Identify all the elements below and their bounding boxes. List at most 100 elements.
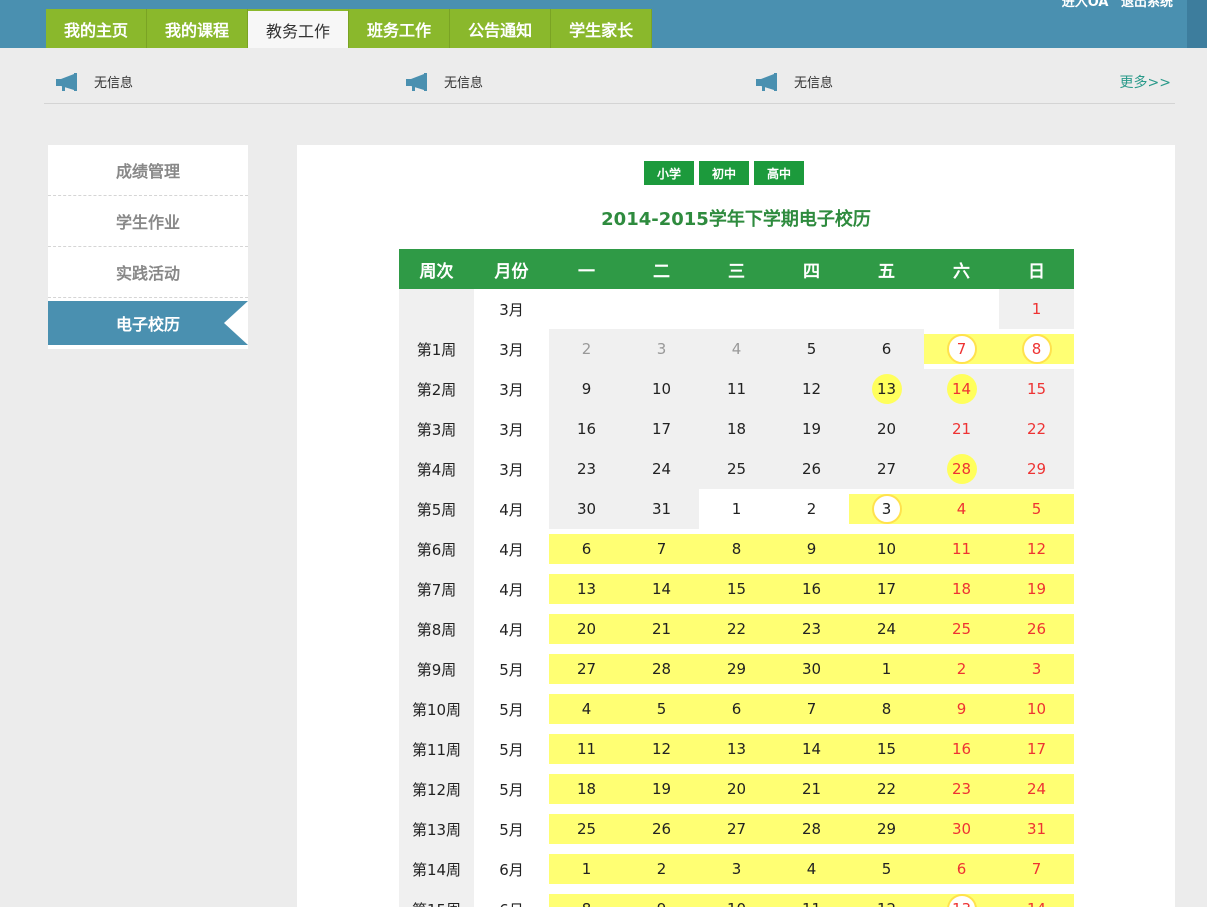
day-cell[interactable]: 21	[924, 409, 999, 449]
day-cell[interactable]: 29	[849, 814, 924, 844]
day-cell[interactable]: 17	[999, 734, 1074, 764]
day-cell[interactable]: 17	[624, 409, 699, 449]
day-cell[interactable]: 24	[624, 449, 699, 489]
day-cell[interactable]: 11	[924, 534, 999, 564]
day-cell[interactable]: 3	[699, 854, 774, 884]
day-cell[interactable]: 15	[999, 369, 1074, 409]
nav-tab-notices[interactable]: 公告通知	[450, 9, 552, 48]
day-cell[interactable]: 18	[699, 409, 774, 449]
day-cell[interactable]: 9	[774, 534, 849, 564]
day-cell[interactable]: 16	[549, 409, 624, 449]
day-cell[interactable]: 23	[924, 774, 999, 804]
day-cell[interactable]: 14	[924, 369, 999, 409]
day-cell[interactable]: 8	[999, 334, 1074, 364]
day-cell[interactable]: 16	[924, 734, 999, 764]
day-cell[interactable]: 5	[999, 494, 1074, 524]
day-cell[interactable]: 10	[999, 694, 1074, 724]
day-cell[interactable]: 26	[774, 449, 849, 489]
level-button-junior[interactable]: 初中	[699, 161, 749, 185]
sidebar-item-activities[interactable]: 实践活动	[48, 247, 248, 298]
nav-tab-academic[interactable]: 教务工作	[248, 9, 350, 48]
day-cell[interactable]: 31	[999, 814, 1074, 844]
day-cell[interactable]: 23	[774, 614, 849, 644]
day-cell[interactable]: 24	[849, 614, 924, 644]
day-cell[interactable]: 3	[999, 654, 1074, 684]
more-link[interactable]: 更多>>	[1120, 72, 1171, 92]
day-cell[interactable]: 28	[924, 449, 999, 489]
day-cell[interactable]: 24	[999, 774, 1074, 804]
day-cell[interactable]: 23	[549, 449, 624, 489]
day-cell[interactable]: 29	[699, 654, 774, 684]
day-cell[interactable]: 10	[699, 894, 774, 907]
sidebar-item-calendar[interactable]: 电子校历	[48, 301, 248, 345]
day-cell[interactable]: 26	[624, 814, 699, 844]
day-cell[interactable]: 22	[849, 774, 924, 804]
notice-item[interactable]: 无信息	[406, 72, 483, 91]
day-cell[interactable]: 19	[624, 774, 699, 804]
day-cell[interactable]: 1	[999, 289, 1074, 329]
day-cell[interactable]: 26	[999, 614, 1074, 644]
day-cell[interactable]: 7	[924, 334, 999, 364]
day-cell[interactable]: 4	[924, 494, 999, 524]
day-cell[interactable]: 1	[699, 489, 774, 529]
day-cell[interactable]: 22	[999, 409, 1074, 449]
day-cell[interactable]: 20	[699, 774, 774, 804]
day-cell[interactable]: 27	[849, 449, 924, 489]
day-cell[interactable]: 6	[549, 534, 624, 564]
day-cell[interactable]: 3	[624, 329, 699, 369]
day-cell[interactable]: 13	[849, 369, 924, 409]
day-cell[interactable]: 3	[849, 494, 924, 524]
day-cell[interactable]: 20	[549, 614, 624, 644]
day-cell[interactable]: 8	[849, 694, 924, 724]
day-cell[interactable]: 16	[774, 574, 849, 604]
day-cell[interactable]: 2	[624, 854, 699, 884]
day-cell[interactable]: 19	[999, 574, 1074, 604]
day-cell[interactable]: 9	[624, 894, 699, 907]
day-cell[interactable]: 9	[924, 694, 999, 724]
day-cell[interactable]: 7	[774, 694, 849, 724]
day-cell[interactable]: 4	[549, 694, 624, 724]
nav-tab-class[interactable]: 班务工作	[349, 9, 451, 48]
day-cell[interactable]: 21	[624, 614, 699, 644]
day-cell[interactable]: 28	[774, 814, 849, 844]
nav-tab-home[interactable]: 我的主页	[46, 9, 148, 48]
day-cell[interactable]: 14	[774, 734, 849, 764]
day-cell[interactable]: 15	[699, 574, 774, 604]
day-cell[interactable]: 2	[924, 654, 999, 684]
day-cell[interactable]: 14	[999, 894, 1074, 907]
day-cell[interactable]: 5	[774, 329, 849, 369]
day-cell[interactable]: 13	[549, 574, 624, 604]
day-cell[interactable]: 2	[774, 489, 849, 529]
day-cell[interactable]: 18	[924, 574, 999, 604]
day-cell[interactable]: 6	[699, 694, 774, 724]
day-cell[interactable]: 8	[699, 534, 774, 564]
day-cell[interactable]: 27	[549, 654, 624, 684]
day-cell[interactable]: 22	[699, 614, 774, 644]
day-cell[interactable]: 7	[999, 854, 1074, 884]
day-cell[interactable]: 6	[849, 329, 924, 369]
day-cell[interactable]: 13	[924, 894, 999, 907]
day-cell[interactable]: 11	[699, 369, 774, 409]
day-cell[interactable]: 14	[624, 574, 699, 604]
day-cell[interactable]: 27	[699, 814, 774, 844]
day-cell[interactable]: 19	[774, 409, 849, 449]
day-cell[interactable]: 25	[924, 614, 999, 644]
day-cell[interactable]: 13	[699, 734, 774, 764]
day-cell[interactable]: 25	[699, 449, 774, 489]
day-cell[interactable]: 29	[999, 449, 1074, 489]
day-cell[interactable]: 12	[624, 734, 699, 764]
day-cell[interactable]: 30	[924, 814, 999, 844]
day-cell[interactable]: 10	[849, 534, 924, 564]
day-cell[interactable]: 4	[699, 329, 774, 369]
nav-tab-parents[interactable]: 学生家长	[551, 9, 653, 48]
day-cell[interactable]: 12	[774, 369, 849, 409]
day-cell[interactable]: 12	[999, 534, 1074, 564]
day-cell[interactable]: 20	[849, 409, 924, 449]
notice-item[interactable]: 无信息	[756, 72, 833, 91]
day-cell[interactable]: 1	[549, 854, 624, 884]
day-cell[interactable]: 6	[924, 854, 999, 884]
logout-link[interactable]: 退出系统	[1121, 0, 1173, 10]
day-cell[interactable]: 30	[549, 489, 624, 529]
sidebar-item-homework[interactable]: 学生作业	[48, 196, 248, 247]
day-cell[interactable]: 1	[849, 654, 924, 684]
